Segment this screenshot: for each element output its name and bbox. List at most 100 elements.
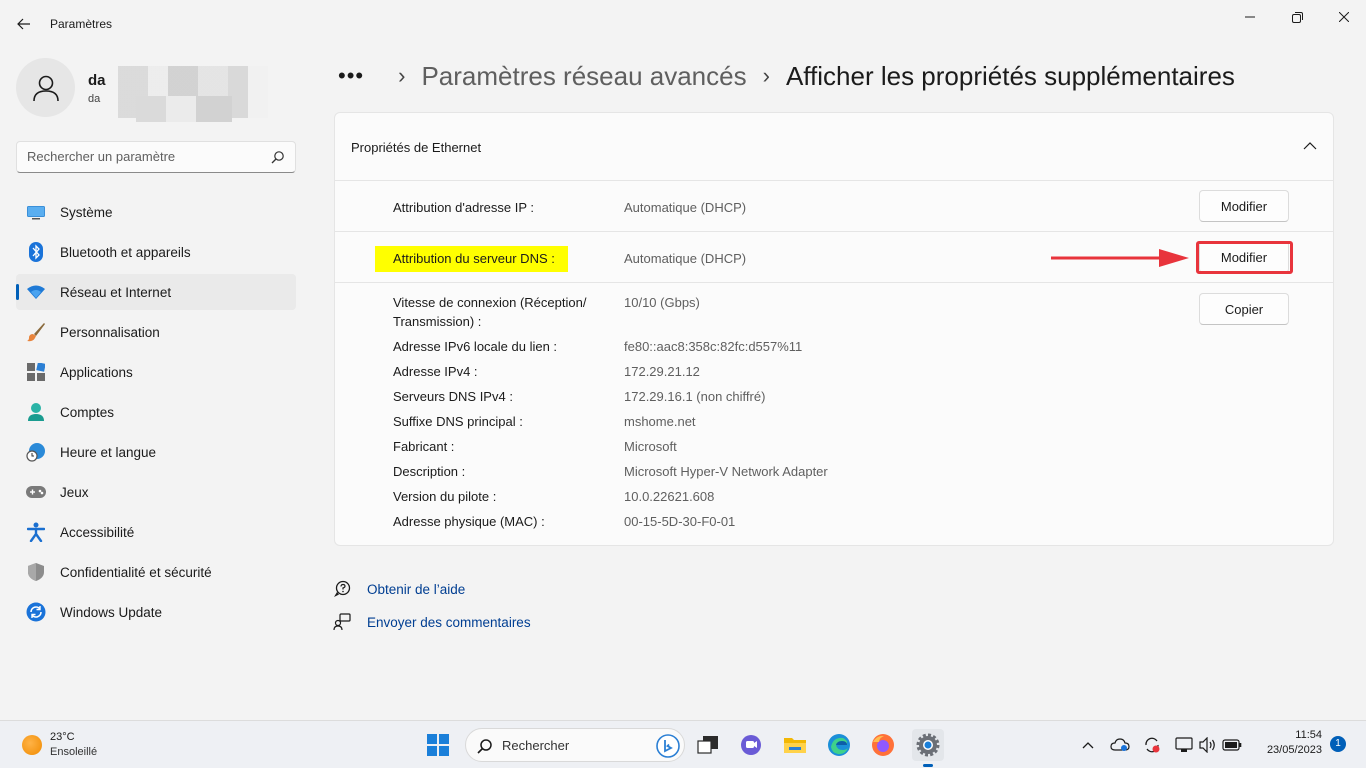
property-value: fe80::aac8:358c:82fc:d557%11 (624, 339, 803, 354)
sidebar-item-label: Applications (60, 364, 133, 380)
close-button[interactable] (1330, 8, 1358, 26)
sidebar-item-bluetooth[interactable]: Bluetooth et appareils (16, 234, 296, 270)
sidebar-item-comptes[interactable]: Comptes (16, 394, 296, 430)
property-label: Description : (393, 464, 466, 479)
sidebar-item-jeux[interactable]: Jeux (16, 474, 296, 510)
windows-logo-icon (427, 734, 449, 756)
user-icon (32, 75, 59, 101)
weather-widget[interactable]: 23°C Ensoleillé (18, 729, 128, 761)
property-value: Microsoft Hyper-V Network Adapter (624, 464, 828, 479)
onedrive-tray-button[interactable] (1109, 734, 1131, 756)
property-label: Serveurs DNS IPv4 : (393, 389, 513, 404)
network-tray-button[interactable] (1173, 734, 1195, 756)
chevron-up-icon[interactable] (1303, 141, 1317, 151)
chat-icon (741, 735, 761, 755)
annotation-highlight-box (1196, 241, 1293, 274)
task-view-icon (697, 736, 718, 754)
property-label: Vitesse de connexion (Réception/ Transmi… (393, 295, 587, 329)
get-help-label: Obtenir de l’aide (367, 581, 466, 597)
sidebar-item-confidentialite[interactable]: Confidentialité et sécurité (16, 554, 296, 590)
bluetooth-icon (26, 242, 46, 262)
breadcrumb-parent-link[interactable]: Paramètres réseau avancés (421, 61, 746, 92)
edge-browser-button[interactable] (823, 729, 855, 761)
battery-tray-button[interactable] (1221, 734, 1243, 756)
sync-tray-button[interactable] (1141, 734, 1163, 756)
property-label: Fabricant : (393, 439, 455, 454)
send-feedback-link[interactable]: Envoyer des commentaires (332, 612, 531, 632)
taskbar-clock[interactable]: 11:54 23/05/2023 (1252, 729, 1322, 756)
folder-icon (784, 738, 806, 753)
sidebar-item-label: Comptes (60, 404, 115, 420)
send-feedback-label: Envoyer des commentaires (367, 614, 531, 630)
property-label: Version du pilote : (393, 489, 497, 504)
minimize-icon (1245, 16, 1255, 18)
sidebar-item-label: Heure et langue (60, 444, 157, 460)
bing-icon (656, 734, 680, 758)
sidebar-item-label: Bluetooth et appareils (60, 244, 191, 260)
file-explorer-button[interactable] (779, 729, 811, 761)
sidebar-item-label: Système (60, 204, 113, 220)
arrow-left-icon (17, 18, 30, 30)
battery-icon (1222, 739, 1242, 751)
property-value: 10/10 (Gbps) (624, 295, 700, 310)
window-title: Paramètres (50, 17, 113, 31)
settings-search-box[interactable] (16, 141, 296, 173)
volume-tray-button[interactable] (1197, 734, 1219, 756)
property-value: 10.0.22621.608 (624, 489, 715, 504)
get-help-link[interactable]: Obtenir de l’aide (332, 579, 465, 599)
teams-chat-button[interactable] (735, 729, 767, 761)
user-email: da (88, 93, 101, 105)
card-title: Propriétés de Ethernet (351, 140, 482, 155)
property-value: 172.29.21.12 (624, 364, 700, 379)
minimize-button[interactable] (1236, 8, 1264, 26)
edit-ip-button[interactable]: Modifier (1199, 190, 1289, 222)
property-value: 172.29.16.1 (non chiffré) (624, 389, 766, 404)
taskbar-search[interactable]: Rechercher (465, 728, 685, 762)
annotation-arrow-icon (1051, 249, 1189, 267)
update-icon (26, 602, 46, 622)
chevron-right-icon: › (398, 63, 406, 88)
help-chat-icon (332, 579, 352, 599)
sidebar-item-accessibilite[interactable]: Accessibilité (16, 514, 296, 550)
avatar (16, 58, 75, 117)
sun-icon (22, 735, 42, 755)
card-header[interactable]: Propriétés de Ethernet (335, 113, 1333, 181)
sidebar-item-reseau[interactable]: Réseau et Internet (16, 274, 296, 310)
notification-badge[interactable]: 1 (1330, 736, 1346, 752)
user-profile[interactable]: da da (16, 58, 296, 122)
clock-date: 23/05/2023 (1266, 744, 1322, 756)
breadcrumb-overflow-button[interactable]: ••• (338, 63, 364, 89)
property-label: Adresse IPv6 locale du lien : (393, 339, 558, 354)
weather-temperature: 23°C (50, 731, 75, 743)
task-view-button[interactable] (692, 729, 724, 761)
ip-assignment-label: Attribution d'adresse IP : (393, 200, 534, 215)
title-bar: Paramètres (0, 0, 1366, 48)
ip-assignment-row: Attribution d'adresse IP : Automatique (… (335, 181, 1333, 232)
firefox-button[interactable] (867, 729, 899, 761)
sidebar-item-personnalisation[interactable]: Personnalisation (16, 314, 296, 350)
system-icon (26, 202, 46, 222)
start-button[interactable] (422, 729, 454, 761)
sidebar-item-label: Confidentialité et sécurité (60, 564, 212, 580)
brush-icon (26, 322, 46, 342)
chevron-up-icon (1082, 742, 1094, 749)
maximize-button[interactable] (1283, 8, 1311, 26)
clock-time: 11:54 (1295, 729, 1322, 741)
tray-overflow-button[interactable] (1077, 734, 1099, 756)
sidebar-item-heure-langue[interactable]: Heure et langue (16, 434, 296, 470)
copy-button[interactable]: Copier (1199, 293, 1289, 325)
dns-assignment-value: Automatique (DHCP) (624, 251, 747, 266)
speaker-icon (1199, 737, 1215, 753)
page-title: Afficher les propriétés supplémentaires (785, 60, 1235, 91)
gear-icon (916, 733, 940, 757)
settings-app-button[interactable] (912, 729, 944, 761)
search-input[interactable] (27, 149, 267, 164)
wifi-icon (26, 282, 46, 302)
sidebar-item-systeme[interactable]: Système (16, 194, 296, 230)
sidebar-item-windows-update[interactable]: Windows Update (16, 594, 296, 630)
search-icon[interactable] (271, 150, 285, 164)
sidebar-item-applications[interactable]: Applications (16, 354, 296, 390)
back-button[interactable] (12, 12, 36, 36)
apps-icon (26, 362, 46, 382)
ip-assignment-value: Automatique (DHCP) (624, 200, 747, 215)
